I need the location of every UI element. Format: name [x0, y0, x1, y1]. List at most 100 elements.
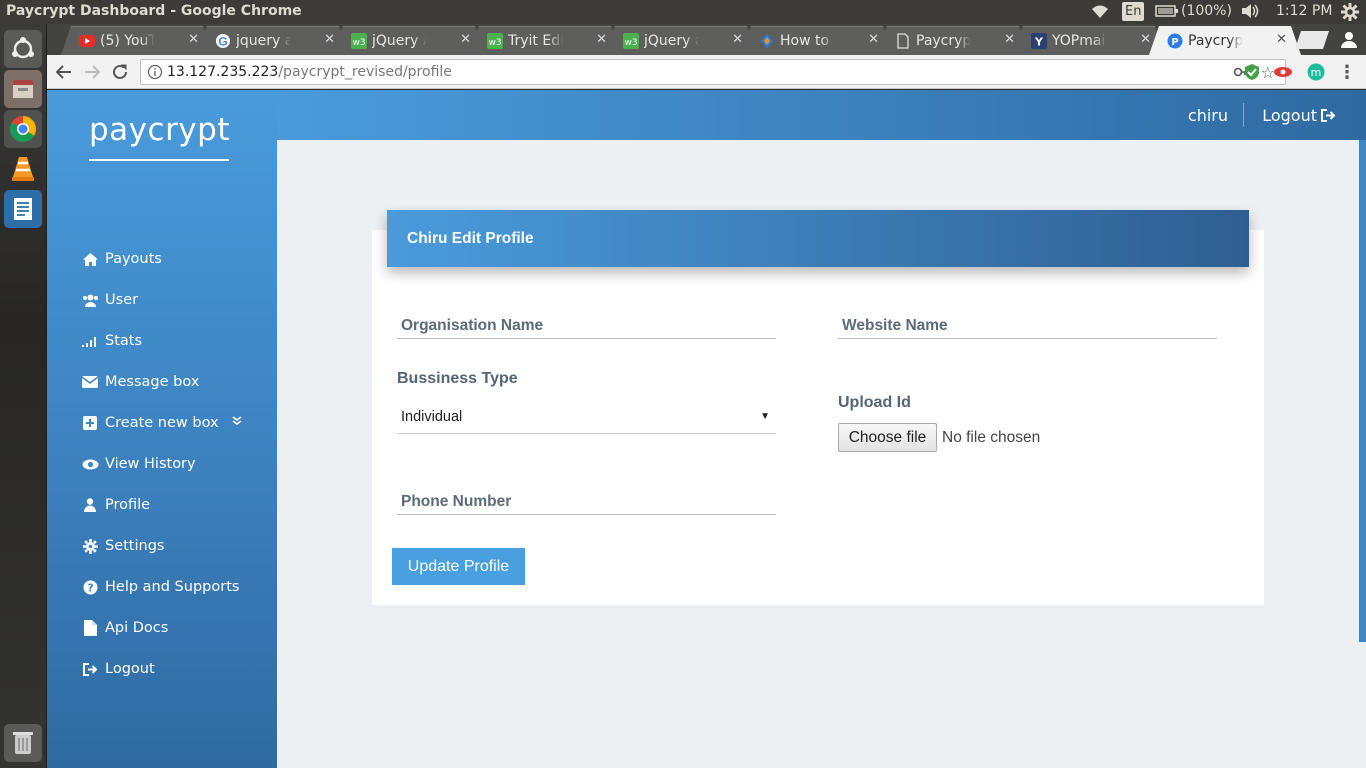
sidebar-item-label: Profile [105, 497, 151, 513]
sidebar-item-stats[interactable]: Stats [81, 327, 142, 355]
sidebar-item-create-new-box[interactable]: Create new box [81, 409, 219, 437]
close-tab-icon[interactable]: ✕ [596, 32, 607, 47]
close-tab-icon[interactable]: ✕ [460, 32, 471, 47]
sidebar-item-label: Logout [105, 661, 155, 677]
profile-icon[interactable] [1339, 29, 1359, 49]
dropdown-arrow-icon: ▼ [760, 411, 770, 422]
tab-label: Paycrypt D [1188, 32, 1243, 49]
wifi-icon[interactable] [1090, 3, 1110, 19]
envelope-icon [81, 373, 99, 391]
top-bar: chiru Logout [277, 90, 1366, 140]
tab-label: Paycrypt D [916, 32, 971, 49]
sidebar-item-payouts[interactable]: Payouts [81, 245, 162, 273]
close-tab-icon[interactable]: ✕ [1276, 32, 1287, 47]
update-profile-button[interactable]: Update Profile [392, 548, 525, 585]
plus-square-icon [81, 414, 99, 432]
google-icon: G [216, 34, 230, 49]
file-status: No file chosen [942, 429, 1041, 446]
trash-icon[interactable] [4, 724, 42, 762]
sidebar-item-view-history[interactable]: View History [81, 450, 196, 478]
choose-file-button[interactable]: Choose file [838, 423, 937, 452]
keyboard-layout-indicator[interactable]: En [1122, 2, 1145, 21]
sidebar-item-api-docs[interactable]: Api Docs [81, 614, 168, 642]
sidebar-item-settings[interactable]: Settings [81, 532, 164, 560]
url-host: 13.127.235.223 [167, 64, 279, 80]
gear-icon [81, 537, 99, 555]
sign-out-icon [81, 660, 99, 678]
battery-percent: (100%) [1181, 3, 1232, 19]
website-name-input[interactable] [838, 313, 1217, 338]
tab-label: YOPmail - I [1052, 32, 1107, 49]
eye-icon [81, 455, 99, 473]
w3schools-icon: w3 [351, 33, 367, 49]
organisation-name-field[interactable] [397, 313, 776, 339]
svg-text:w3: w3 [352, 38, 365, 48]
organisation-name-input[interactable] [397, 313, 776, 338]
user-icon [81, 496, 99, 514]
chrome-menu-icon[interactable]: ⋮ [1337, 62, 1357, 83]
chrome-icon[interactable] [4, 110, 42, 148]
sidebar-item-label: Message box [105, 374, 200, 390]
tab-youtube[interactable]: (5) YouTube ✕ [61, 26, 213, 55]
ubuntu-dash-icon[interactable] [4, 30, 42, 68]
website-name-field[interactable] [838, 313, 1217, 339]
tab-google[interactable]: G jquery and ✕ [197, 26, 349, 55]
shield-extension-icon[interactable] [1242, 62, 1262, 82]
paycrypt-icon: P [1167, 33, 1183, 49]
close-tab-icon[interactable]: ✕ [188, 32, 199, 47]
sidebar-item-label: Api Docs [105, 620, 169, 636]
volume-icon[interactable] [1240, 3, 1260, 19]
w3schools-icon: w3 [623, 33, 639, 49]
sidebar-item-label: Payouts [105, 251, 162, 267]
business-type-select[interactable]: Individual ▼ [397, 400, 776, 434]
phone-number-input[interactable] [397, 489, 776, 514]
back-icon[interactable] [54, 62, 74, 82]
system-top-panel: Paycrypt Dashboard - Google Chrome En (1… [0, 0, 1366, 24]
tab-label: jQuery ajax [644, 32, 699, 49]
close-tab-icon[interactable]: ✕ [732, 32, 743, 47]
phone-number-field[interactable] [397, 489, 776, 515]
tab-label: How to Use [780, 32, 835, 49]
close-tab-icon[interactable]: ✕ [1004, 32, 1015, 47]
tab-label: jquery and [236, 32, 291, 49]
sidebar-item-label: View History [105, 456, 196, 472]
sidebar-item-logout[interactable]: Logout [81, 655, 155, 683]
tab-paycrypt[interactable]: Paycrypt D ✕ [877, 26, 1029, 55]
logo[interactable]: paycrypt [89, 112, 230, 148]
sidebar-item-label: Help and Supports [105, 579, 240, 595]
close-tab-icon[interactable]: ✕ [324, 32, 335, 47]
sidebar-item-label: Settings [105, 538, 165, 554]
logo-underline [89, 159, 229, 161]
divider [1243, 103, 1244, 127]
tab-how-to-use[interactable]: How to Use ✕ [741, 26, 893, 55]
sidebar-item-message-box[interactable]: Message box [81, 368, 199, 396]
m-extension-icon[interactable]: m [1306, 62, 1326, 82]
tab-paycrypt-active[interactable]: P Paycrypt D ✕ [1149, 26, 1301, 55]
eye-extension-icon[interactable] [1273, 62, 1293, 82]
vlc-icon[interactable] [4, 150, 42, 188]
close-tab-icon[interactable]: ✕ [1140, 32, 1151, 47]
chevron-down-icon[interactable] [231, 415, 243, 427]
sidebar-item-user[interactable]: User [81, 286, 138, 314]
tab-tryit-editor[interactable]: w3 Tryit Editor ✕ [469, 26, 621, 55]
logout-button[interactable]: Logout [1262, 106, 1336, 125]
reload-icon[interactable] [110, 62, 130, 82]
clock[interactable]: 1:12 PM [1276, 3, 1332, 19]
battery-indicator[interactable]: (100%) [1155, 3, 1232, 19]
settings-gear-icon[interactable] [1340, 2, 1360, 22]
svg-text:G: G [218, 35, 227, 49]
sidebar-item-help-and-supports[interactable]: ? Help and Supports [81, 573, 239, 601]
files-icon[interactable] [4, 70, 42, 108]
sidebar-item-profile[interactable]: Profile [81, 491, 150, 519]
close-tab-icon[interactable]: ✕ [868, 32, 879, 47]
tab-jquery-ajax[interactable]: w3 jQuery AJAX ✕ [333, 26, 485, 55]
upload-id-label: Upload Id [838, 394, 911, 411]
document-viewer-icon[interactable] [4, 190, 42, 228]
tab-yopmail[interactable]: Y YOPmail - I ✕ [1013, 26, 1165, 55]
info-icon[interactable] [147, 64, 163, 80]
page-scrollbar[interactable] [1359, 140, 1366, 642]
current-user[interactable]: chiru [1188, 106, 1228, 125]
tab-jquery-ajax-2[interactable]: w3 jQuery ajax ✕ [605, 26, 757, 55]
address-bar[interactable]: 13.127.235.223/paycrypt_revised/profile … [140, 59, 1286, 85]
forward-icon[interactable] [82, 62, 102, 82]
